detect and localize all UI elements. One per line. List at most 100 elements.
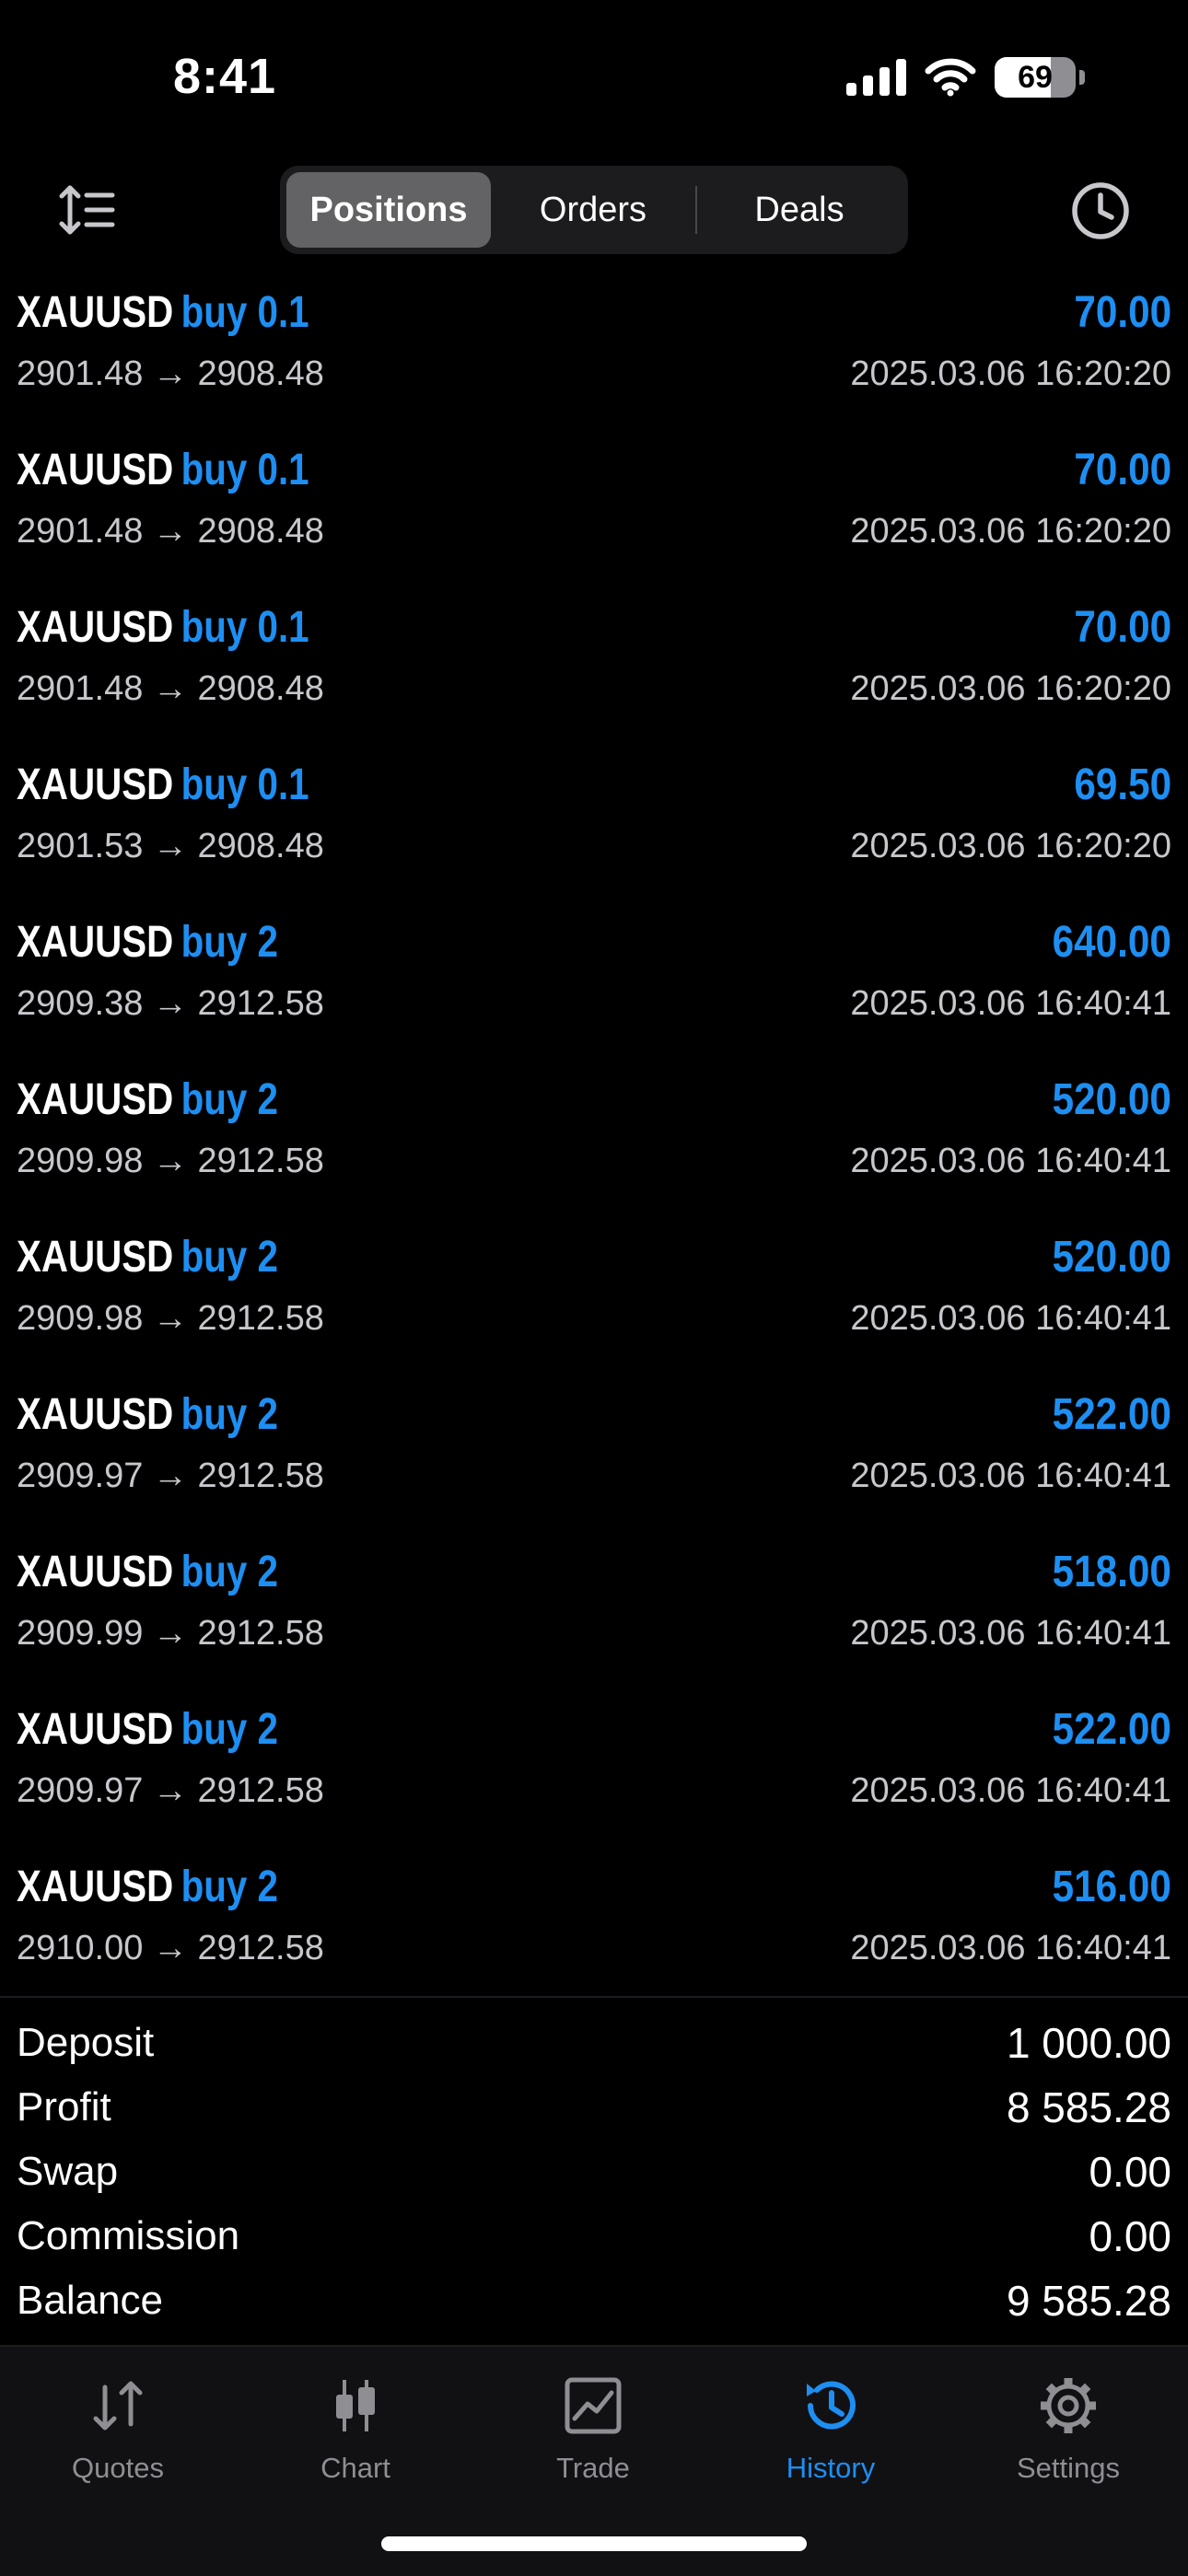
deal-side: buy 2 [181, 1862, 278, 1911]
deal-row[interactable]: XAUUSD buy 2 520.00 2909.98 → 2912.58 2025.0… [0, 1212, 1188, 1369]
battery-percent: 69 [1018, 60, 1053, 95]
deal-title: XAUUSD buy 2 [17, 915, 278, 970]
deal-row[interactable]: XAUUSD buy 2 520.00 2909.98 → 2912.58 2025.0… [0, 1054, 1188, 1212]
summary-row-balance: Balance 9 585.28 [0, 2269, 1188, 2333]
deal-prices: 2909.98 → 2912.58 [17, 1299, 324, 1338]
tab-trade[interactable]: Trade [501, 2374, 685, 2485]
deal-datetime: 2025.03.06 16:40:41 [850, 1456, 1171, 1495]
summary-row-profit: Profit 8 585.28 [0, 2075, 1188, 2140]
home-indicator [381, 2536, 807, 2551]
deal-prices: 2909.98 → 2912.58 [17, 1142, 324, 1180]
deal-title: XAUUSD buy 0.1 [17, 600, 309, 656]
deal-profit: 522.00 [1052, 1705, 1171, 1754]
deal-row[interactable]: XAUUSD buy 2 522.00 2909.97 → 2912.58 2025.0… [0, 1684, 1188, 1841]
deal-datetime: 2025.03.06 16:40:41 [850, 1614, 1171, 1653]
tab-settings[interactable]: Settings [976, 2374, 1160, 2485]
deal-side: buy 2 [181, 918, 278, 967]
wifi-icon [925, 58, 976, 97]
deal-row[interactable]: XAUUSD buy 2 518.00 2909.99 → 2912.58 2025.0… [0, 1526, 1188, 1684]
deal-row[interactable]: XAUUSD buy 2 516.00 2910.00 → 2912.58 2025.0… [0, 1841, 1188, 1999]
deal-prices: 2901.48 → 2908.48 [17, 669, 324, 708]
tab-orders[interactable]: Orders [491, 172, 695, 248]
summary-row-swap: Swap 0.00 [0, 2140, 1188, 2204]
deal-datetime: 2025.03.06 16:40:41 [850, 984, 1171, 1023]
tab-positions[interactable]: Positions [286, 172, 491, 248]
summary-value: 1 000.00 [1006, 2019, 1171, 2067]
clock-icon[interactable] [1070, 180, 1131, 241]
deal-symbol: XAUUSD [17, 1075, 174, 1124]
deal-row[interactable]: XAUUSD buy 0.1 70.00 2901.48 → 2908.48 2025.… [0, 424, 1188, 582]
status-bar: 8:41 69 [0, 0, 1188, 157]
tab-label: Chart [320, 2452, 390, 2484]
summary-value: 9 585.28 [1006, 2277, 1171, 2325]
summary-value: 8 585.28 [1006, 2083, 1171, 2131]
deal-symbol: XAUUSD [17, 918, 174, 967]
account-summary: Deposit 1 000.00 Profit 8 585.28 Swap 0.… [0, 1996, 1188, 2333]
deal-prices: 2909.99 → 2912.58 [17, 1614, 324, 1653]
deal-prices: 2901.48 → 2908.48 [17, 512, 324, 551]
deal-row[interactable]: XAUUSD buy 0.1 70.00 2901.48 → 2908.48 2025.… [0, 267, 1188, 424]
summary-label: Swap [17, 2149, 119, 2194]
deal-datetime: 2025.03.06 16:40:41 [850, 1299, 1171, 1338]
deal-side: buy 0.1 [181, 760, 309, 809]
deal-datetime: 2025.03.06 16:20:20 [850, 669, 1171, 708]
segmented-control: Positions Orders Deals [280, 166, 908, 254]
deal-title: XAUUSD buy 0.1 [17, 443, 309, 498]
deal-row[interactable]: XAUUSD buy 0.1 69.50 2901.53 → 2908.48 2025.… [0, 739, 1188, 897]
deal-side: buy 2 [181, 1075, 278, 1124]
tab-chart[interactable]: Chart [263, 2374, 448, 2485]
summary-row-deposit: Deposit 1 000.00 [0, 2011, 1188, 2075]
tab-history[interactable]: History [739, 2374, 923, 2485]
deal-datetime: 2025.03.06 16:20:20 [850, 512, 1171, 551]
deal-list: XAUUSD buy 0.1 70.00 2901.48 → 2908.48 2025.… [0, 267, 1188, 1999]
summary-label: Balance [17, 2278, 164, 2323]
quotes-icon [93, 2381, 143, 2431]
tab-quotes[interactable]: Quotes [26, 2374, 210, 2485]
deal-symbol: XAUUSD [17, 1705, 174, 1754]
deal-profit: 518.00 [1052, 1548, 1171, 1596]
deal-title: XAUUSD buy 2 [17, 1702, 278, 1758]
deal-row[interactable]: XAUUSD buy 2 522.00 2909.97 → 2912.58 2025.0… [0, 1369, 1188, 1526]
deal-symbol: XAUUSD [17, 603, 174, 652]
deal-profit: 70.00 [1074, 288, 1171, 337]
deal-title: XAUUSD buy 0.1 [17, 758, 309, 813]
deal-profit: 516.00 [1052, 1862, 1171, 1911]
cellular-signal-icon [846, 59, 906, 96]
deal-side: buy 2 [181, 1390, 278, 1439]
deal-profit: 70.00 [1074, 446, 1171, 494]
deal-datetime: 2025.03.06 16:40:41 [850, 1771, 1171, 1810]
deal-row[interactable]: XAUUSD buy 0.1 70.00 2901.48 → 2908.48 2025.… [0, 582, 1188, 739]
deal-symbol: XAUUSD [17, 288, 174, 337]
deal-symbol: XAUUSD [17, 1548, 174, 1596]
deal-prices: 2901.53 → 2908.48 [17, 827, 324, 865]
deal-symbol: XAUUSD [17, 1390, 174, 1439]
summary-label: Deposit [17, 2020, 155, 2065]
deal-title: XAUUSD buy 2 [17, 1073, 278, 1128]
deal-row[interactable]: XAUUSD buy 2 640.00 2909.38 → 2912.58 2025.0… [0, 897, 1188, 1054]
deal-profit: 640.00 [1052, 918, 1171, 967]
deal-title: XAUUSD buy 2 [17, 1387, 278, 1443]
deal-symbol: XAUUSD [17, 1233, 174, 1282]
summary-value: 0.00 [1089, 2148, 1171, 2196]
tab-deals[interactable]: Deals [697, 172, 902, 248]
deal-title: XAUUSD buy 2 [17, 1230, 278, 1285]
history-icon [807, 2381, 856, 2430]
deal-side: buy 2 [181, 1705, 278, 1754]
deal-title: XAUUSD buy 2 [17, 1860, 278, 1915]
deal-datetime: 2025.03.06 16:20:20 [850, 827, 1171, 865]
deal-symbol: XAUUSD [17, 1862, 174, 1911]
chart-icon [336, 2380, 375, 2431]
deal-prices: 2901.48 → 2908.48 [17, 354, 324, 393]
top-toolbar: Positions Orders Deals [0, 166, 1188, 254]
summary-row-commission: Commission 0.00 [0, 2204, 1188, 2269]
deal-prices: 2909.97 → 2912.58 [17, 1456, 324, 1495]
sort-icon[interactable] [57, 180, 116, 239]
deal-side: buy 2 [181, 1233, 278, 1282]
deal-profit: 69.50 [1074, 760, 1171, 809]
deal-prices: 2910.00 → 2912.58 [17, 1929, 324, 1967]
summary-label: Profit [17, 2084, 111, 2129]
deal-prices: 2909.38 → 2912.58 [17, 984, 324, 1023]
tab-label: History [786, 2452, 876, 2484]
battery-tip [1079, 70, 1085, 85]
summary-value: 0.00 [1089, 2212, 1171, 2260]
